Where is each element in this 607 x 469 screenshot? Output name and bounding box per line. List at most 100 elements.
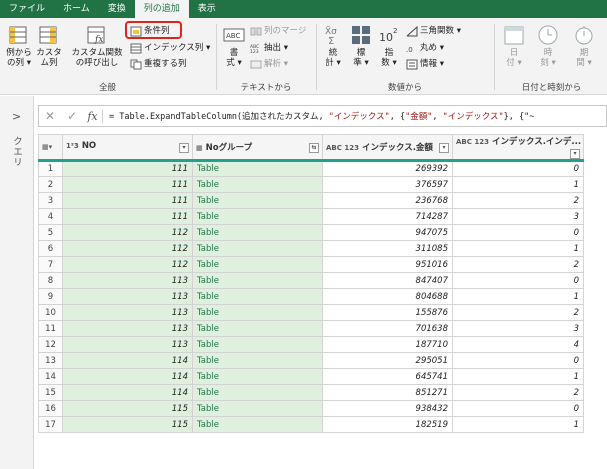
row-number-cell[interactable]: 15 xyxy=(38,384,63,401)
column-header-amount[interactable]: ABC 123 インデックス.金額 ▾ xyxy=(322,134,453,162)
row-number-cell[interactable]: 8 xyxy=(38,272,63,289)
group-table-cell[interactable]: Table xyxy=(192,416,323,433)
group-table-cell[interactable]: Table xyxy=(192,256,323,273)
table-row[interactable]: 14 114 Table 645741 1 xyxy=(38,368,584,385)
row-number-cell[interactable]: 2 xyxy=(38,176,63,193)
group-table-cell[interactable]: Table xyxy=(192,224,323,241)
amount-cell[interactable]: 804688 xyxy=(322,288,453,305)
index-cell[interactable]: 2 xyxy=(452,256,584,273)
row-number-cell[interactable]: 13 xyxy=(38,352,63,369)
table-menu-header[interactable]: ▦▾ xyxy=(38,134,63,162)
row-number-cell[interactable]: 1 xyxy=(38,160,63,177)
table-type-icon[interactable]: ▦ xyxy=(196,144,203,152)
table-row[interactable]: 2 111 Table 376597 1 xyxy=(38,176,584,193)
filter-dropdown-icon[interactable]: ▾ xyxy=(179,143,189,153)
table-row[interactable]: 6 112 Table 311085 1 xyxy=(38,240,584,257)
duration-button[interactable]: 期 間 ▾ xyxy=(572,24,596,68)
invoke-custom-function-button[interactable]: fx カスタム関数 の呼び出し xyxy=(70,24,124,68)
any-type-icon[interactable]: ABC 123 xyxy=(456,138,489,146)
no-cell[interactable]: 115 xyxy=(62,400,193,417)
index-cell[interactable]: 3 xyxy=(452,208,584,225)
index-cell[interactable]: 1 xyxy=(452,368,584,385)
group-table-cell[interactable]: Table xyxy=(192,160,323,177)
no-cell[interactable]: 113 xyxy=(62,272,193,289)
row-number-cell[interactable]: 6 xyxy=(38,240,63,257)
amount-cell[interactable]: 701638 xyxy=(322,320,453,337)
cancel-formula-icon[interactable]: ✕ xyxy=(39,109,61,123)
custom-column-button[interactable]: カスタ ム列 xyxy=(36,24,62,68)
group-table-cell[interactable]: Table xyxy=(192,304,323,321)
row-number-cell[interactable]: 12 xyxy=(38,336,63,353)
no-cell[interactable]: 112 xyxy=(62,240,193,257)
tab-home[interactable]: ホーム xyxy=(54,0,99,18)
parse-button[interactable]: 解析 ▾ xyxy=(250,58,288,70)
amount-cell[interactable]: 269392 xyxy=(322,160,453,177)
trigonometry-button[interactable]: 三角関数 ▾ xyxy=(406,25,461,37)
table-row[interactable]: 16 115 Table 938432 0 xyxy=(38,400,584,417)
group-table-cell[interactable]: Table xyxy=(192,384,323,401)
index-cell[interactable]: 0 xyxy=(452,400,584,417)
table-row[interactable]: 3 111 Table 236768 2 xyxy=(38,192,584,209)
no-cell[interactable]: 112 xyxy=(62,224,193,241)
filter-dropdown-icon[interactable]: ▾ xyxy=(570,149,580,158)
row-number-cell[interactable]: 16 xyxy=(38,400,63,417)
index-cell[interactable]: 2 xyxy=(452,192,584,209)
no-cell[interactable]: 111 xyxy=(62,160,193,177)
table-row[interactable]: 13 114 Table 295051 0 xyxy=(38,352,584,369)
amount-cell[interactable]: 311085 xyxy=(322,240,453,257)
table-row[interactable]: 4 111 Table 714287 3 xyxy=(38,208,584,225)
fx-icon[interactable]: fx xyxy=(83,109,103,123)
no-cell[interactable]: 113 xyxy=(62,288,193,305)
no-cell[interactable]: 112 xyxy=(62,256,193,273)
table-row[interactable]: 17 115 Table 182519 1 xyxy=(38,416,584,433)
expand-chevron-icon[interactable]: > xyxy=(12,110,21,123)
group-table-cell[interactable]: Table xyxy=(192,240,323,257)
whole-number-type-icon[interactable]: 1²3 xyxy=(66,142,79,150)
group-table-cell[interactable]: Table xyxy=(192,208,323,225)
amount-cell[interactable]: 847407 xyxy=(322,272,453,289)
index-cell[interactable]: 2 xyxy=(452,384,584,401)
row-number-cell[interactable]: 4 xyxy=(38,208,63,225)
group-table-cell[interactable]: Table xyxy=(192,336,323,353)
row-number-cell[interactable]: 10 xyxy=(38,304,63,321)
index-cell[interactable]: 4 xyxy=(452,336,584,353)
extract-button[interactable]: ABC 123 抽出 ▾ xyxy=(250,42,288,54)
row-number-cell[interactable]: 3 xyxy=(38,192,63,209)
index-column-button[interactable]: インデックス列 ▾ xyxy=(130,42,210,54)
column-header-group[interactable]: ▦ Noグループ ⇆ xyxy=(192,134,323,162)
table-row[interactable]: 9 113 Table 804688 1 xyxy=(38,288,584,305)
table-row[interactable]: 8 113 Table 847407 0 xyxy=(38,272,584,289)
group-table-cell[interactable]: Table xyxy=(192,352,323,369)
expand-column-icon[interactable]: ⇆ xyxy=(309,143,319,153)
no-cell[interactable]: 114 xyxy=(62,368,193,385)
format-button[interactable]: ABC 書 式 ▾ xyxy=(222,24,246,68)
merge-columns-button[interactable]: 列のマージ xyxy=(250,25,306,37)
amount-cell[interactable]: 951016 xyxy=(322,256,453,273)
table-row[interactable]: 12 113 Table 187710 4 xyxy=(38,336,584,353)
amount-cell[interactable]: 947075 xyxy=(322,224,453,241)
index-cell[interactable]: 1 xyxy=(452,288,584,305)
table-row[interactable]: 15 114 Table 851271 2 xyxy=(38,384,584,401)
row-number-cell[interactable]: 14 xyxy=(38,368,63,385)
duplicate-column-button[interactable]: 重複する列 xyxy=(130,58,187,70)
index-cell[interactable]: 0 xyxy=(452,272,584,289)
no-cell[interactable]: 111 xyxy=(62,192,193,209)
no-cell[interactable]: 111 xyxy=(62,176,193,193)
amount-cell[interactable]: 182519 xyxy=(322,416,453,433)
any-type-icon[interactable]: ABC 123 xyxy=(326,144,359,152)
group-table-cell[interactable]: Table xyxy=(192,400,323,417)
table-row[interactable]: 5 112 Table 947075 0 xyxy=(38,224,584,241)
amount-cell[interactable]: 376597 xyxy=(322,176,453,193)
group-table-cell[interactable]: Table xyxy=(192,368,323,385)
date-button[interactable]: 日 付 ▾ xyxy=(502,24,526,68)
tab-file[interactable]: ファイル xyxy=(0,0,54,18)
filter-dropdown-icon[interactable]: ▾ xyxy=(439,143,449,153)
row-number-cell[interactable]: 17 xyxy=(38,416,63,433)
index-cell[interactable]: 0 xyxy=(452,352,584,369)
queries-pane-label[interactable]: クエリ xyxy=(9,136,23,168)
no-cell[interactable]: 114 xyxy=(62,384,193,401)
group-table-cell[interactable]: Table xyxy=(192,272,323,289)
table-row[interactable]: 1 111 Table 269392 0 xyxy=(38,160,584,177)
index-cell[interactable]: 1 xyxy=(452,416,584,433)
information-button[interactable]: 情報 ▾ xyxy=(406,58,444,70)
